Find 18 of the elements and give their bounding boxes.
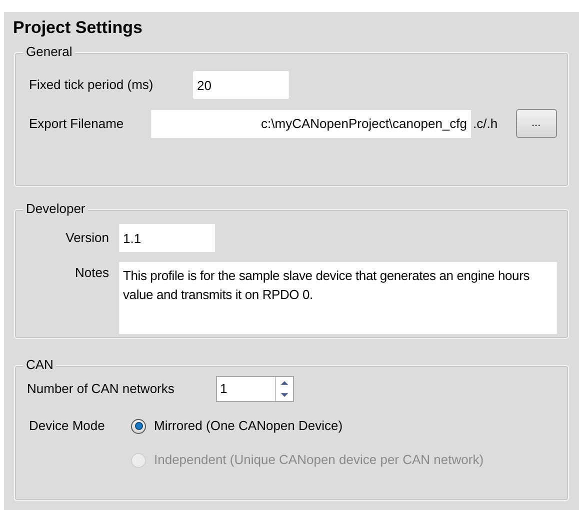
- export-filename-field[interactable]: c:\myCANopenProject\canopen_cfg: [151, 110, 471, 138]
- networks-label: Number of CAN networks: [27, 380, 176, 398]
- export-filename-label: Export Filename: [29, 114, 125, 133]
- group-legend: Developer: [23, 201, 88, 217]
- browse-button[interactable]: ...: [516, 109, 557, 138]
- radio-label: Mirrored (One CANopen Device): [154, 417, 343, 435]
- file-extension-label: .c/.h: [473, 114, 498, 133]
- radio-button[interactable]: [131, 418, 146, 434]
- panel-title: Project Settings: [13, 18, 144, 38]
- notes-field[interactable]: This profile is for the sample slave device that generates an engine hours value and transmits it on RPDO 0.: [119, 262, 557, 334]
- networks-spinner[interactable]: 1: [216, 376, 294, 402]
- version-field[interactable]: 1.1: [119, 224, 215, 252]
- version-label: Version: [64, 229, 110, 248]
- tick-period-label: Fixed tick period (ms): [29, 76, 154, 94]
- radio-label: Independent (Unique CANopen device per CAN network): [154, 451, 484, 469]
- notes-label: Notes: [74, 264, 110, 282]
- tick-period-field[interactable]: 20: [193, 71, 289, 99]
- device-mode-label: Device Mode: [29, 417, 106, 435]
